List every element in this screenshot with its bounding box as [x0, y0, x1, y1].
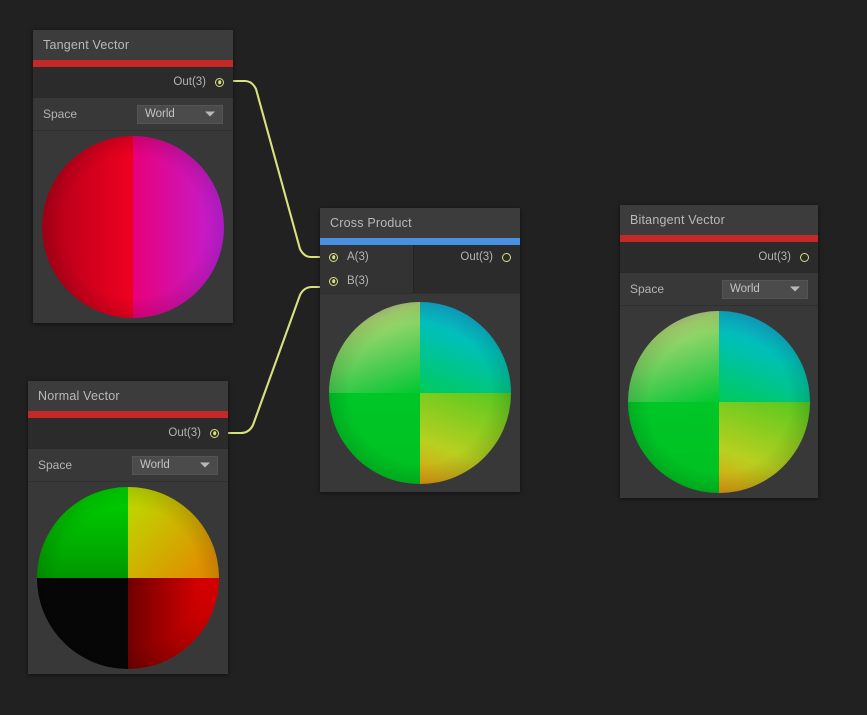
property-row-space-bitangent: Space World: [620, 272, 818, 305]
property-label-space-normal: Space: [38, 458, 72, 472]
node-preview-tangent[interactable]: [33, 130, 233, 323]
node-accent-bar-tangent-vector: [33, 60, 233, 67]
node-body-tangent-vector: Out(3) Space World: [33, 67, 233, 323]
port-dot-in-b[interactable]: [329, 277, 338, 286]
dropdown-space-normal[interactable]: World: [132, 456, 218, 475]
wire-tangent-to-a: [228, 81, 330, 264]
port-row-in-b[interactable]: B(3): [320, 269, 413, 293]
port-dot-out-cross[interactable]: [502, 253, 511, 262]
chevron-down-icon: [200, 463, 210, 468]
port-dot-out-bitangent[interactable]: [800, 253, 809, 262]
port-label-out-bitangent: Out(3): [758, 251, 791, 263]
dropdown-value-space-normal: World: [140, 459, 170, 471]
port-label-out-normal: Out(3): [168, 427, 201, 439]
node-body-bitangent-vector: Out(3) Space World: [620, 242, 818, 498]
port-label-out-tangent: Out(3): [173, 76, 206, 88]
port-row-out-normal[interactable]: Out(3): [28, 418, 228, 448]
preview-sphere-normal: [37, 487, 219, 669]
port-dot-out-tangent[interactable]: [215, 78, 224, 87]
port-dot-in-a[interactable]: [329, 253, 338, 262]
sphere-shading-overlay: [628, 311, 810, 493]
chevron-down-icon: [205, 112, 215, 117]
dropdown-space-tangent[interactable]: World: [137, 105, 223, 124]
port-row-out-cross[interactable]: Out(3): [414, 245, 520, 269]
port-row-out-tangent[interactable]: Out(3): [33, 67, 233, 97]
port-label-out-cross: Out(3): [460, 251, 493, 263]
dropdown-value-space-tangent: World: [145, 108, 175, 120]
preview-sphere-tangent: [42, 136, 224, 318]
port-dot-out-normal[interactable]: [210, 429, 219, 438]
node-tangent-vector[interactable]: Tangent Vector Out(3) Space World: [33, 30, 233, 323]
port-row-in-a[interactable]: A(3): [320, 245, 413, 269]
output-ports-cross-product: Out(3): [414, 245, 520, 293]
node-accent-bar-normal-vector: [28, 411, 228, 418]
node-accent-bar-cross-product: [320, 238, 520, 245]
property-label-space-bitangent: Space: [630, 282, 664, 296]
port-label-in-b: B(3): [347, 275, 369, 287]
port-section-cross-product: A(3) B(3) Out(3): [320, 245, 520, 293]
node-cross-product[interactable]: Cross Product A(3) B(3) Out(3): [320, 208, 520, 492]
property-label-space-tangent: Space: [43, 107, 77, 121]
sphere-shading-overlay: [37, 487, 219, 669]
node-body-cross-product: A(3) B(3) Out(3): [320, 245, 520, 492]
node-bitangent-vector[interactable]: Bitangent Vector Out(3) Space World: [620, 205, 818, 498]
wire-normal-to-b: [223, 287, 331, 433]
preview-sphere-cross: [329, 302, 511, 484]
preview-sphere-bitangent: [628, 311, 810, 493]
property-row-space-normal: Space World: [28, 448, 228, 481]
node-title-bitangent-vector: Bitangent Vector: [620, 205, 818, 235]
node-body-normal-vector: Out(3) Space World: [28, 418, 228, 674]
port-row-out-bitangent[interactable]: Out(3): [620, 242, 818, 272]
node-preview-cross[interactable]: [320, 293, 520, 492]
node-accent-bar-bitangent-vector: [620, 235, 818, 242]
dropdown-value-space-bitangent: World: [730, 283, 760, 295]
dropdown-space-bitangent[interactable]: World: [722, 280, 808, 299]
graph-canvas[interactable]: Tangent Vector Out(3) Space World: [0, 0, 867, 715]
node-title-normal-vector: Normal Vector: [28, 381, 228, 411]
input-ports-cross-product: A(3) B(3): [320, 245, 414, 293]
sphere-shading-overlay: [42, 136, 224, 318]
node-title-tangent-vector: Tangent Vector: [33, 30, 233, 60]
port-label-in-a: A(3): [347, 251, 369, 263]
node-preview-bitangent[interactable]: [620, 305, 818, 498]
node-normal-vector[interactable]: Normal Vector Out(3) Space World: [28, 381, 228, 674]
property-row-space-tangent: Space World: [33, 97, 233, 130]
sphere-shading-overlay: [329, 302, 511, 484]
node-preview-normal[interactable]: [28, 481, 228, 674]
chevron-down-icon: [790, 287, 800, 292]
node-title-cross-product: Cross Product: [320, 208, 520, 238]
